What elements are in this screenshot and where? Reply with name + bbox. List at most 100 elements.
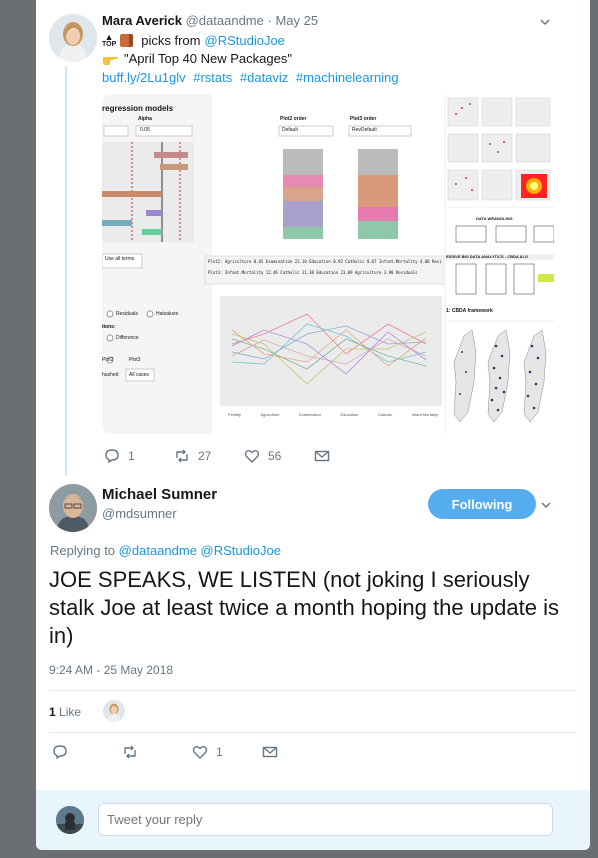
media-image-maps[interactable] (446, 322, 554, 434)
reply-action[interactable] (52, 744, 122, 760)
retweet-icon (124, 745, 136, 759)
hashtag-rstats[interactable]: #rstats (193, 70, 232, 85)
plot3-option: Plot3 (129, 357, 141, 363)
author-handle[interactable]: @mdsumner (102, 506, 177, 521)
hashtag-machinelearning[interactable]: #machinelearning (296, 70, 399, 85)
cbda-diagram (446, 225, 554, 295)
dm-action[interactable] (314, 448, 384, 464)
tweet-media[interactable]: regression models Alpha 0.05 Plot2 order… (102, 94, 554, 434)
like-action[interactable]: 56 (244, 448, 314, 464)
retweet-action[interactable] (122, 744, 192, 760)
media-image-cbda[interactable]: DATA WRANGLING ESSIVE BIG DATA ANALYTICS… (446, 208, 554, 320)
axis-label: Education (340, 412, 359, 417)
following-button[interactable]: Following (428, 489, 536, 519)
thread-line (65, 66, 67, 476)
plot2-label: Plot2 order (280, 116, 307, 122)
madagascar-maps (446, 322, 554, 434)
tweet-timestamp[interactable]: 9:24 AM - 25 May 2018 (49, 663, 173, 677)
dm-action[interactable] (262, 744, 332, 760)
tweet1-line3: "April Top 40 New Packages" (102, 51, 292, 66)
media-side-images: DATA WRANGLING ESSIVE BIG DATA ANALYTICS… (446, 94, 554, 434)
tweet1-header: Mara Averick @dataandme · May 25 (102, 13, 318, 28)
hashtag-dataviz[interactable]: #dataviz (240, 70, 288, 85)
pushed-label: hushed (102, 372, 119, 378)
alpha-value: 0.05 (140, 127, 150, 133)
side-title: ESSIVE BIG DATA ANALYTICS - CBDA ALG (446, 254, 529, 259)
separator: · (267, 13, 272, 28)
likes-summary[interactable]: 1 Like (49, 705, 81, 719)
author-name[interactable]: Michael Sumner (102, 486, 217, 503)
mention-link[interactable]: @RStudioJoe (205, 33, 285, 48)
like-count: 1 (216, 745, 223, 759)
axis-label: Infant.Mortality (411, 412, 438, 417)
tweet2-actions: 1 (52, 744, 332, 760)
tweet-date[interactable]: May 25 (275, 13, 318, 28)
media-title: regression models (102, 104, 174, 113)
chevron-down-icon[interactable] (540, 17, 550, 27)
retweet-action[interactable]: 27 (174, 448, 244, 464)
plot2-value: Default (282, 127, 298, 133)
author-name[interactable]: Mara Averick (102, 13, 182, 28)
reply-icon (105, 449, 119, 464)
reply-input[interactable] (98, 803, 553, 836)
code-line2: Plot3: Infant.Mortality 12.46 Catholic 1… (208, 270, 418, 275)
residuals-label: Residuals (116, 311, 138, 317)
reply-icon (53, 745, 67, 760)
difference-label: Difference (116, 335, 139, 341)
retweet-icon (176, 449, 188, 463)
replying-mention-1[interactable]: @dataandme (119, 543, 197, 558)
reply-action[interactable]: 1 (104, 448, 174, 464)
axis-label: Fertility (228, 412, 241, 417)
pointing-hand-icon (103, 56, 118, 65)
shiny-app-screenshot (102, 94, 444, 434)
avatar-mara[interactable] (49, 14, 97, 62)
hatvalues-label: Hatvalues (156, 311, 179, 317)
picks-text: picks from (141, 33, 201, 48)
likes-label: Like (59, 705, 82, 719)
alpha-label: Alpha (138, 116, 152, 122)
package-icon (120, 34, 134, 47)
tweet1-actions: 1 27 56 (104, 448, 384, 464)
like-count: 56 (268, 449, 282, 463)
divider (49, 732, 577, 733)
reply-count: 1 (128, 449, 135, 463)
like-action[interactable]: 1 (192, 744, 262, 760)
plot3-value: RevDefault (352, 127, 377, 133)
use-all-terms: Use all terms (105, 256, 135, 262)
author-handle[interactable]: @dataandme (186, 13, 264, 28)
tweet1-line2: ▲ TOP picks from @RStudioJoe (102, 32, 285, 48)
likes-count: 1 (49, 705, 56, 719)
plot3-label: Plot3 order (350, 116, 377, 122)
heart-icon (192, 746, 208, 759)
plot-grid-thumbnail (446, 94, 554, 206)
quote-text: "April Top 40 New Packages" (124, 51, 292, 66)
tweet-card: Mara Averick @dataandme · May 25 ▲ TOP pi… (36, 0, 590, 850)
side-header: DATA WRANGLING (476, 216, 513, 221)
replying-to: Replying to @dataandme @RStudioJoe (50, 543, 281, 558)
tweet1-links: buff.ly/2Lu1glv #rstats #dataviz #machin… (102, 70, 403, 85)
retweet-count: 27 (198, 449, 212, 463)
short-link[interactable]: buff.ly/2Lu1glv (102, 70, 186, 85)
media-image-main[interactable]: regression models Alpha 0.05 Plot2 order… (102, 94, 444, 434)
code-line1: Plot2: Agriculture 0.65 Examination 22.1… (208, 259, 442, 264)
background-strip (36, 850, 590, 858)
plot2-option: Plot2 (102, 357, 114, 363)
envelope-icon (314, 450, 330, 462)
chevron-down-icon[interactable] (541, 500, 551, 510)
media-image-plots[interactable] (446, 94, 554, 206)
avatar-michael[interactable] (49, 484, 97, 532)
replying-mention-2[interactable]: @RStudioJoe (201, 543, 281, 558)
axis-label: Examination (298, 412, 321, 417)
tions-label: tions: (102, 324, 116, 330)
divider (49, 690, 577, 691)
axis-label: Agriculture (260, 412, 280, 417)
all-cases-button: All cases (129, 372, 150, 378)
current-user-avatar[interactable] (56, 806, 84, 834)
heart-icon (244, 450, 260, 463)
axis-labels: Fertility Agriculture Examination Educat… (228, 412, 438, 417)
liker-avatar[interactable] (103, 700, 125, 722)
replying-prefix: Replying to (50, 543, 116, 558)
tweet-text: JOE SPEAKS, WE LISTEN (not joking I seri… (49, 567, 559, 648)
side-sub: 1: CBDA framework (446, 308, 493, 314)
envelope-icon (262, 746, 278, 758)
